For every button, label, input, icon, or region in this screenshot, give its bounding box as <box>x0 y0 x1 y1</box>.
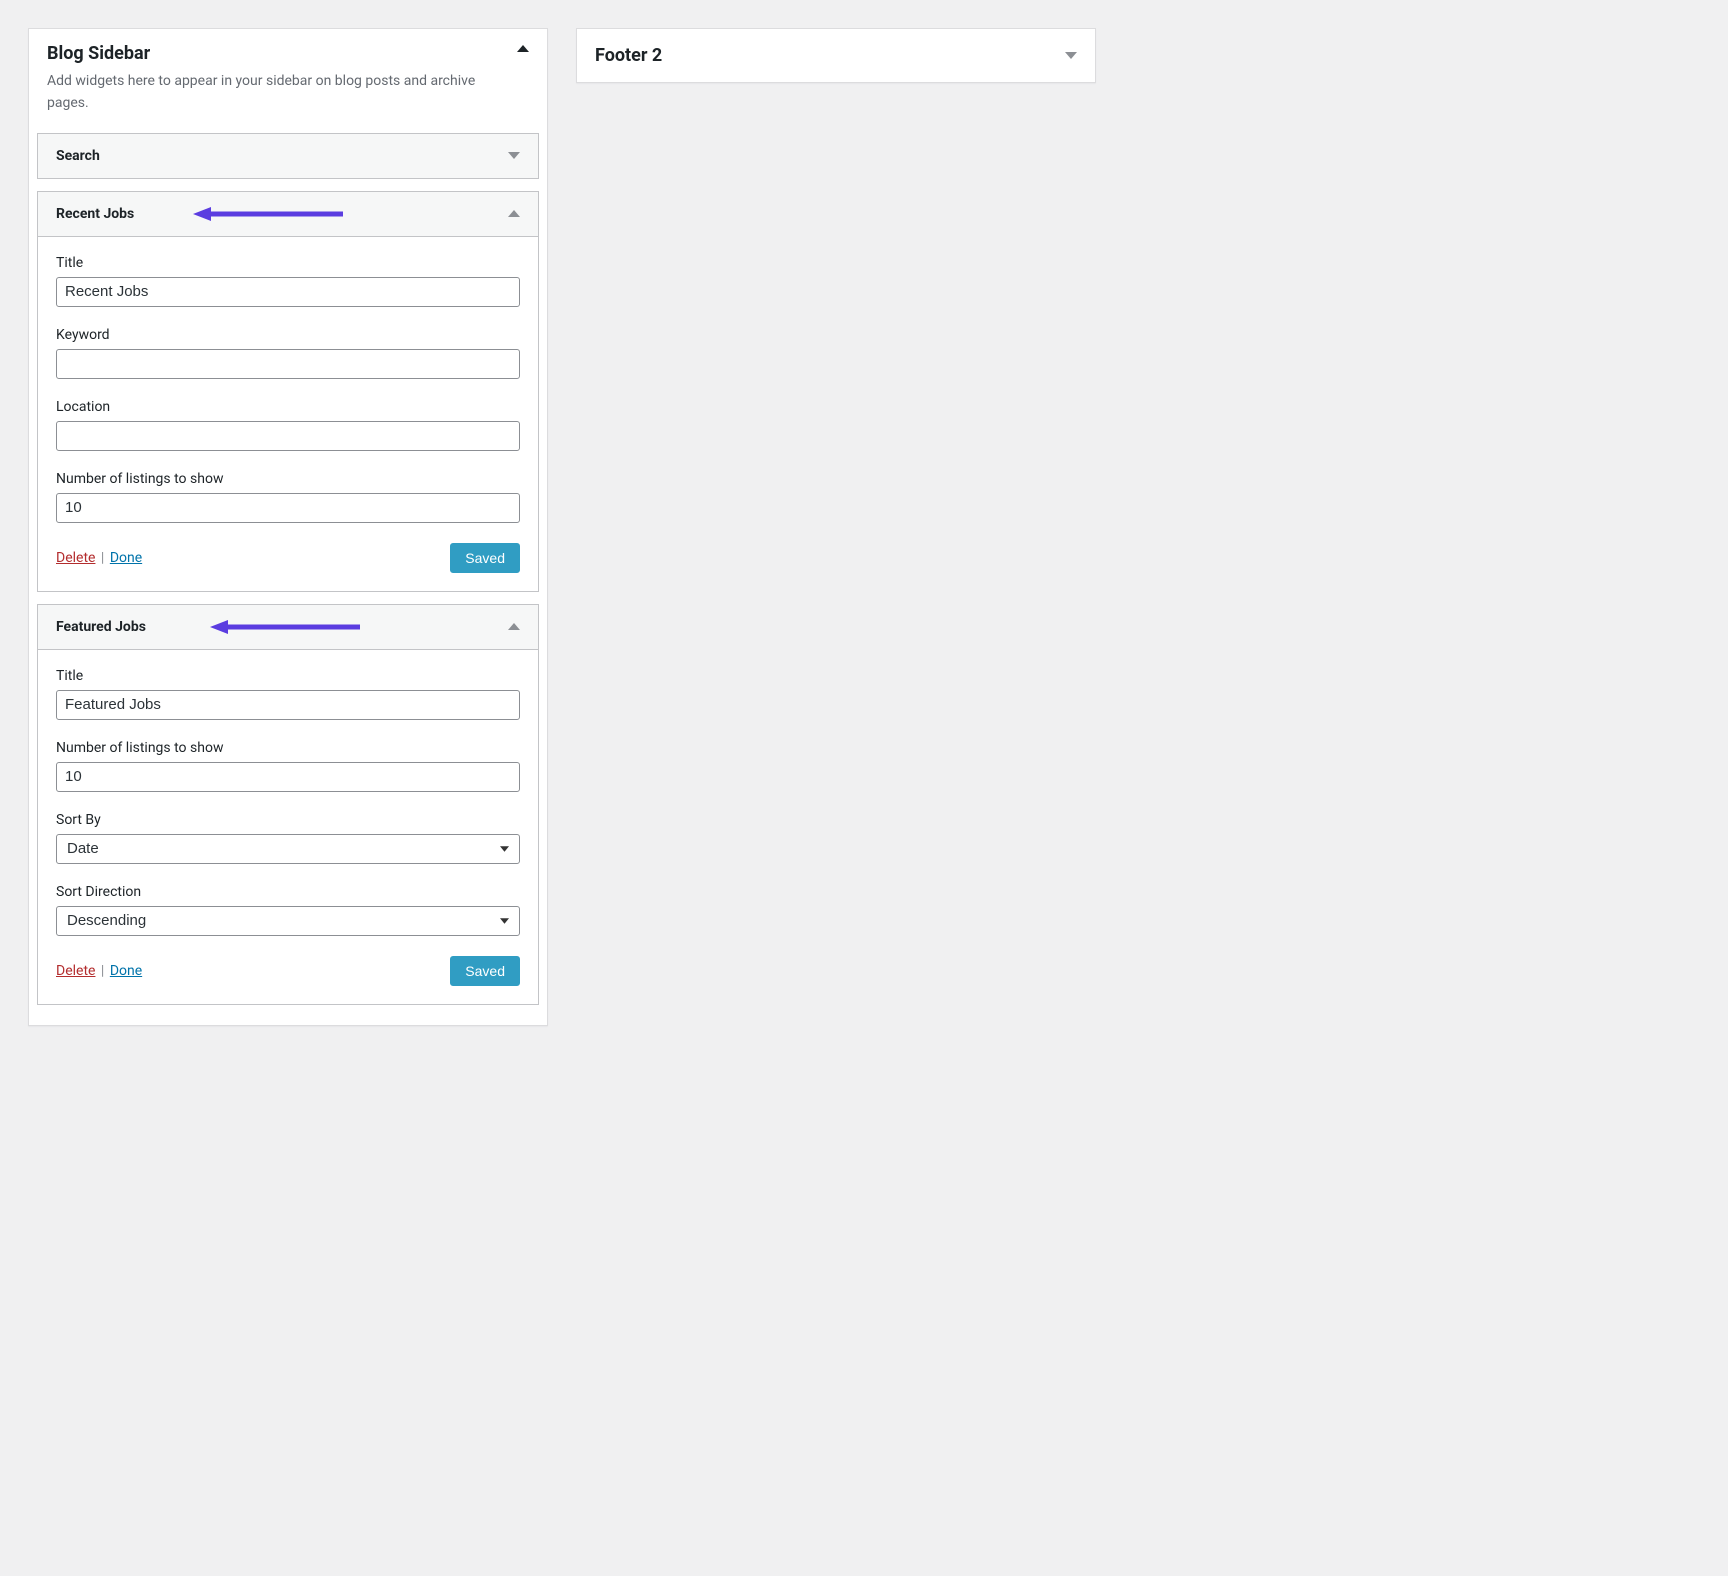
blog-sidebar-title: Blog Sidebar <box>47 43 529 64</box>
blog-sidebar-panel: Blog Sidebar Add widgets here to appear … <box>28 28 548 1026</box>
search-widget-header[interactable]: Search <box>38 134 538 178</box>
listings-input[interactable] <box>56 762 520 792</box>
search-widget: Search <box>37 133 539 179</box>
recent-jobs-widget: Recent Jobs Title <box>37 191 539 592</box>
location-input[interactable] <box>56 421 520 451</box>
location-field-group: Location <box>56 399 520 451</box>
search-widget-title: Search <box>56 148 100 164</box>
featured-jobs-widget: Featured Jobs Title <box>37 604 539 1005</box>
widget-actions: Delete | Done Saved <box>56 543 520 573</box>
chevron-up-icon <box>508 623 520 630</box>
listings-label: Number of listings to show <box>56 471 520 487</box>
keyword-input[interactable] <box>56 349 520 379</box>
chevron-down-icon <box>508 152 520 159</box>
listings-field-group: Number of listings to show <box>56 740 520 792</box>
title-input[interactable] <box>56 690 520 720</box>
sortdir-label: Sort Direction <box>56 884 520 900</box>
arrow-annotation <box>210 619 360 635</box>
recent-jobs-widget-header[interactable]: Recent Jobs <box>38 192 538 237</box>
action-links: Delete | Done <box>56 963 142 979</box>
delete-link[interactable]: Delete <box>56 550 95 566</box>
blog-sidebar-column: Blog Sidebar Add widgets here to appear … <box>28 28 548 1036</box>
action-links: Delete | Done <box>56 550 142 566</box>
featured-jobs-widget-title: Featured Jobs <box>56 619 146 635</box>
footer2-panel: Footer 2 <box>576 28 1096 83</box>
separator: | <box>97 963 107 979</box>
recent-jobs-widget-title: Recent Jobs <box>56 206 134 222</box>
title-field-group: Title <box>56 668 520 720</box>
widgets-container: Search Recent Jobs <box>29 133 547 1025</box>
footer2-header[interactable]: Footer 2 <box>577 29 1095 82</box>
chevron-up-icon <box>508 210 520 217</box>
blog-sidebar-header[interactable]: Blog Sidebar Add widgets here to appear … <box>29 29 547 133</box>
sortdir-field-group: Sort Direction Descending <box>56 884 520 936</box>
location-label: Location <box>56 399 520 415</box>
title-label: Title <box>56 255 520 271</box>
arrow-annotation <box>193 206 343 222</box>
sortby-field-group: Sort By Date <box>56 812 520 864</box>
listings-field-group: Number of listings to show <box>56 471 520 523</box>
widget-actions: Delete | Done Saved <box>56 956 520 986</box>
sortby-label: Sort By <box>56 812 520 828</box>
saved-button[interactable]: Saved <box>450 956 520 986</box>
chevron-down-icon <box>1065 52 1077 59</box>
separator: | <box>97 550 107 566</box>
saved-button[interactable]: Saved <box>450 543 520 573</box>
delete-link[interactable]: Delete <box>56 963 95 979</box>
listings-input[interactable] <box>56 493 520 523</box>
chevron-up-icon <box>517 45 529 52</box>
done-link[interactable]: Done <box>110 550 142 566</box>
sortby-select[interactable]: Date <box>56 834 520 864</box>
keyword-label: Keyword <box>56 327 520 343</box>
featured-jobs-widget-body: Title Number of listings to show Sort By… <box>38 650 538 1004</box>
listings-label: Number of listings to show <box>56 740 520 756</box>
featured-jobs-widget-header[interactable]: Featured Jobs <box>38 605 538 650</box>
title-label: Title <box>56 668 520 684</box>
keyword-field-group: Keyword <box>56 327 520 379</box>
done-link[interactable]: Done <box>110 963 142 979</box>
title-input[interactable] <box>56 277 520 307</box>
recent-jobs-widget-body: Title Keyword Location Number of li <box>38 237 538 591</box>
footer2-title: Footer 2 <box>595 45 662 66</box>
blog-sidebar-description: Add widgets here to appear in your sideb… <box>47 70 529 115</box>
title-field-group: Title <box>56 255 520 307</box>
sortdir-select[interactable]: Descending <box>56 906 520 936</box>
footer2-column: Footer 2 <box>576 28 1096 1036</box>
